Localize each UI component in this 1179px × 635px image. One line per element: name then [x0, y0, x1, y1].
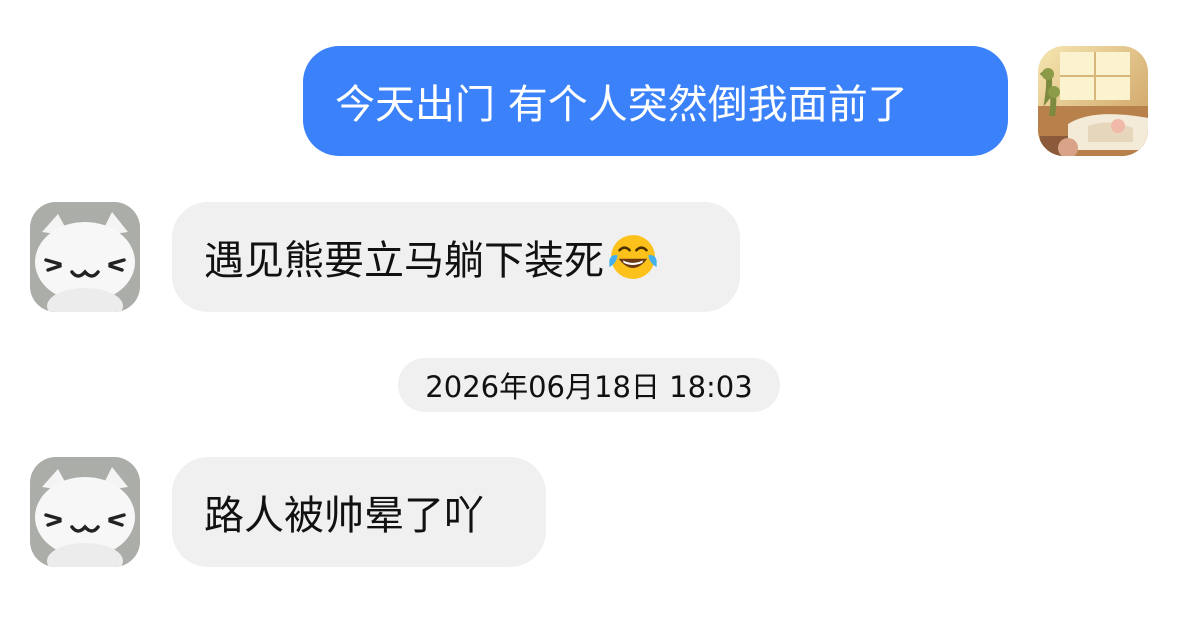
contact-avatar[interactable]	[30, 202, 140, 312]
message-text: 路人被帅晕了吖	[204, 493, 484, 539]
incoming-message-bubble[interactable]: 路人被帅晕了吖	[172, 457, 546, 567]
message-text: 今天出门 有个人突然倒我面前了	[335, 82, 908, 128]
outgoing-message-bubble[interactable]: 今天出门 有个人突然倒我面前了	[303, 46, 1008, 156]
contact-avatar[interactable]	[30, 457, 140, 567]
white-cat-plush-image	[30, 457, 140, 567]
room-illustration-image	[1038, 46, 1148, 156]
my-avatar[interactable]	[1038, 46, 1148, 156]
white-cat-plush-image	[30, 202, 140, 312]
message-text: 遇见熊要立马躺下装死	[204, 238, 604, 284]
message-timestamp: 2026年06月18日 18:03	[398, 358, 780, 412]
face-with-tears-of-joy-icon	[609, 235, 657, 279]
incoming-message-bubble[interactable]: 遇见熊要立马躺下装死	[172, 202, 740, 312]
